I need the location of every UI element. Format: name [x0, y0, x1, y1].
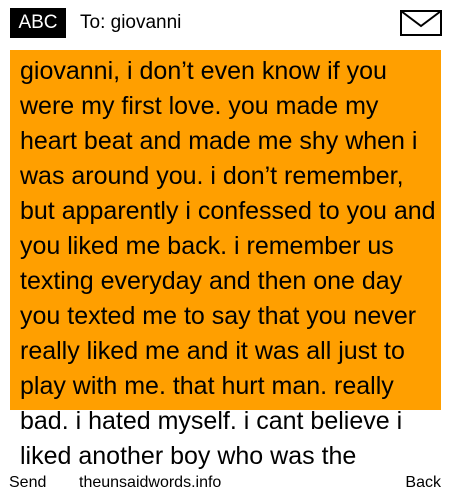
softkey-bar: Send theunsaidwords.info Back [0, 471, 450, 500]
phone-screen: ABC To: giovanni giovanni, i don’t even … [0, 0, 450, 500]
back-button[interactable]: Back [405, 471, 441, 495]
site-label: theunsaidwords.info [79, 471, 222, 495]
send-button[interactable]: Send [9, 471, 47, 495]
envelope-icon [400, 10, 442, 36]
recipient-field[interactable]: To: giovanni [80, 8, 181, 38]
input-mode-badge[interactable]: ABC [10, 8, 66, 38]
compose-header: ABC To: giovanni [0, 0, 450, 46]
message-body[interactable]: giovanni, i don’t even know if you were … [20, 54, 440, 474]
